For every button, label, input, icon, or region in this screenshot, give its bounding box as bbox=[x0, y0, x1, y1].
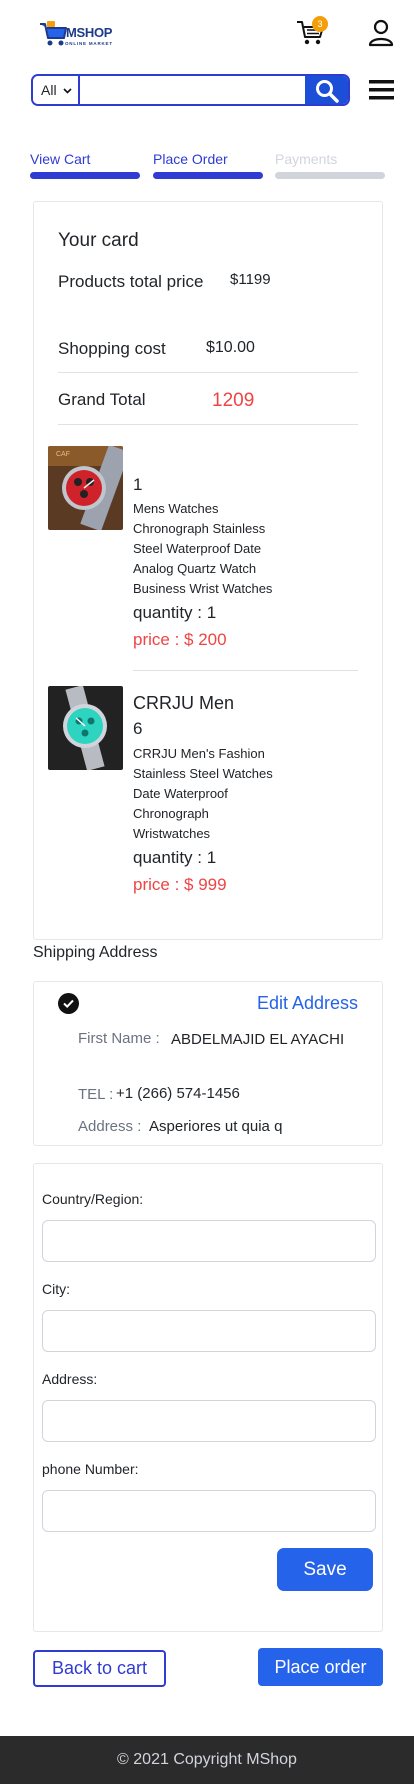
svg-text:CAF: CAF bbox=[56, 451, 70, 458]
first-name-value: ABDELMAJID EL AYACHI bbox=[171, 1031, 345, 1048]
tel-value: +1 (266) 574-1456 bbox=[116, 1085, 240, 1102]
selected-address-radio[interactable] bbox=[58, 993, 79, 1014]
address-form-label: Address: bbox=[42, 1371, 98, 1387]
shop-cart-logo-icon bbox=[40, 21, 67, 46]
product-quantity: quantity : 1 bbox=[133, 848, 217, 867]
step-place-order-label[interactable]: Place Order bbox=[153, 151, 228, 167]
product-name: CRRJU Men bbox=[133, 693, 235, 713]
divider bbox=[58, 424, 358, 425]
product-description: Mens Watches Chronograph Stainless Steel… bbox=[133, 501, 273, 596]
shipping-cost-label: Shopping cost bbox=[58, 339, 166, 358]
search-input[interactable] bbox=[82, 76, 307, 104]
save-button[interactable]: Save bbox=[277, 1548, 373, 1591]
product-subname: 6 bbox=[133, 719, 143, 738]
product-image[interactable]: CAF bbox=[48, 446, 123, 530]
step-view-cart-bar bbox=[30, 172, 140, 179]
divider bbox=[133, 670, 358, 671]
products-total-value: $1199 bbox=[230, 271, 271, 288]
step-payments-bar bbox=[275, 172, 385, 179]
category-select-value: All bbox=[41, 82, 57, 98]
cart-count-badge: 3 bbox=[312, 16, 328, 32]
place-order-button[interactable]: Place order bbox=[258, 1648, 383, 1686]
summary-title: Your card bbox=[58, 230, 139, 251]
address-value: Asperiores ut quia q bbox=[149, 1118, 283, 1135]
product-price: price : $ 200 bbox=[133, 630, 227, 649]
logo-text: MSHOP bbox=[66, 25, 113, 40]
grand-total-label: Grand Total bbox=[58, 390, 146, 409]
shipping-address-title: Shipping Address bbox=[33, 944, 158, 961]
user-icon bbox=[368, 19, 394, 47]
product-quantity: quantity : 1 bbox=[133, 603, 217, 622]
products-total-label: Products total price bbox=[58, 272, 204, 291]
footer-copyright: © 2021 Copyright MShop bbox=[0, 1736, 414, 1784]
product-price: price : $ 999 bbox=[133, 875, 227, 894]
city-input[interactable] bbox=[42, 1310, 376, 1352]
product-image[interactable] bbox=[48, 686, 123, 770]
check-circle-icon bbox=[58, 993, 79, 1014]
product-description: CRRJU Men's Fashion Stainless Steel Watc… bbox=[133, 746, 273, 841]
phone-label: phone Number: bbox=[42, 1461, 139, 1477]
watch-image bbox=[48, 686, 123, 770]
divider bbox=[58, 372, 358, 373]
chevron-down-icon bbox=[63, 88, 72, 94]
search-bar: All bbox=[31, 74, 350, 106]
step-place-order-bar bbox=[153, 172, 263, 179]
edit-address-link[interactable]: Edit Address bbox=[257, 993, 358, 1014]
search-icon bbox=[316, 80, 339, 103]
user-account-button[interactable] bbox=[368, 19, 394, 47]
tel-label: TEL : bbox=[78, 1086, 114, 1103]
back-to-cart-button[interactable]: Back to cart bbox=[33, 1650, 166, 1687]
watch-image: CAF bbox=[48, 446, 123, 530]
logo-subtitle: ONLINE MARKET bbox=[65, 41, 113, 46]
search-button[interactable] bbox=[305, 76, 348, 104]
first-name-label: First Name : bbox=[78, 1030, 160, 1047]
shipping-cost-value: $10.00 bbox=[206, 339, 255, 356]
city-label: City: bbox=[42, 1281, 70, 1297]
country-label: Country/Region: bbox=[42, 1191, 144, 1207]
step-payments-label: Payments bbox=[275, 151, 338, 167]
category-select[interactable]: All bbox=[33, 76, 80, 104]
menu-button[interactable] bbox=[369, 80, 394, 100]
step-view-cart-label[interactable]: View Cart bbox=[30, 151, 90, 167]
grand-total-value: 1209 bbox=[212, 390, 255, 411]
product-name: 1 bbox=[133, 475, 143, 494]
country-input[interactable] bbox=[42, 1220, 376, 1262]
phone-input[interactable] bbox=[42, 1490, 376, 1532]
address-input[interactable] bbox=[42, 1400, 376, 1442]
hamburger-menu-icon bbox=[369, 80, 394, 100]
address-label: Address : bbox=[78, 1118, 142, 1135]
